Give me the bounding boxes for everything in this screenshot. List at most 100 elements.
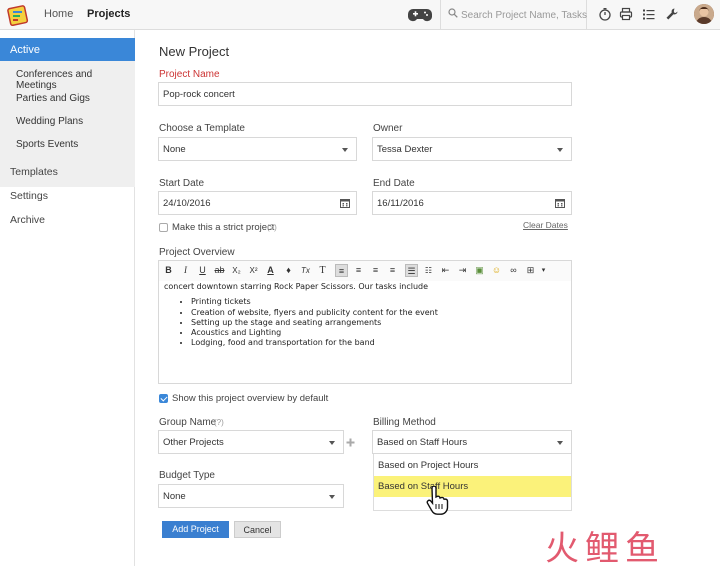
project-name-input[interactable]: Pop-rock concert <box>158 82 572 106</box>
list-icon[interactable] <box>642 7 656 21</box>
owner-label: Owner <box>373 123 403 134</box>
wrench-icon[interactable] <box>665 7 679 21</box>
table-icon[interactable]: ⊞ <box>524 264 537 277</box>
indent-icon[interactable]: ⇥ <box>456 264 469 277</box>
show-overview-checkbox[interactable] <box>159 394 168 403</box>
dropdown-option-project-hours[interactable]: Based on Project Hours <box>374 455 571 476</box>
project-name-label: Project Name <box>159 69 220 80</box>
avatar[interactable] <box>694 4 714 24</box>
chevron-down-icon <box>329 495 335 499</box>
align-right-icon[interactable]: ≡ <box>369 264 382 277</box>
underline-icon[interactable]: U <box>196 264 209 277</box>
subscript-icon[interactable]: X₂ <box>230 264 243 277</box>
sidebar-item-sports[interactable]: Sports Events <box>16 139 78 150</box>
group-select[interactable]: Other Projects <box>158 430 344 454</box>
billing-value: Based on Staff Hours <box>377 437 468 448</box>
chevron-down-icon <box>557 148 563 152</box>
chevron-down-icon <box>329 441 335 445</box>
align-center-icon[interactable]: ≡ <box>352 264 365 277</box>
nav-projects[interactable]: Projects <box>87 8 130 20</box>
search-icon <box>448 8 458 18</box>
rich-text-editor[interactable]: B I U ab X₂ X² A ♦ Tx T ≡ ≡ ≡ ≡ ☰ ☷ ⇤ ⇥ … <box>158 260 572 384</box>
font-color-icon[interactable]: A <box>264 264 277 277</box>
billing-select[interactable]: Based on Staff Hours <box>372 430 572 454</box>
timer-icon[interactable] <box>598 7 612 21</box>
justify-icon[interactable]: ≡ <box>386 264 399 277</box>
outdent-icon[interactable]: ⇤ <box>439 264 452 277</box>
end-date-label: End Date <box>373 178 415 189</box>
start-date-input[interactable]: 24/10/2016 <box>158 191 357 215</box>
cancel-button[interactable]: Cancel <box>234 521 281 538</box>
top-bar: Home Projects <box>0 0 720 30</box>
sidebar-item-wedding[interactable]: Wedding Plans <box>16 116 83 127</box>
group-value: Other Projects <box>163 437 224 448</box>
add-project-button[interactable]: Add Project <box>162 521 229 538</box>
link-icon[interactable]: ∞ <box>507 264 520 277</box>
sidebar: Active Conferences and Meetings Parties … <box>0 30 135 566</box>
page-title: New Project <box>159 44 230 59</box>
chevron-down-icon <box>557 441 563 445</box>
template-select[interactable]: None <box>158 137 357 161</box>
list-item: Creation of website, flyers and publicit… <box>191 308 564 318</box>
font-size-icon[interactable]: T <box>316 264 329 277</box>
sidebar-item-settings[interactable]: Settings <box>10 190 48 202</box>
budget-value: None <box>163 491 186 502</box>
sidebar-item-conferences[interactable]: Conferences and Meetings <box>16 69 135 91</box>
align-left-icon[interactable]: ≡ <box>335 264 348 277</box>
editor-toolbar: B I U ab X₂ X² A ♦ Tx T ≡ ≡ ≡ ≡ ☰ ☷ ⇤ ⇥ … <box>159 261 571 281</box>
strict-project-checkbox[interactable] <box>159 223 168 232</box>
search-box <box>440 0 587 29</box>
printer-icon[interactable] <box>619 7 633 21</box>
sidebar-item-active[interactable]: Active <box>0 38 135 61</box>
bullet-list-icon[interactable]: ☰ <box>405 264 418 277</box>
chevron-down-icon <box>342 148 348 152</box>
list-item: Setting up the stage and seating arrange… <box>191 318 564 328</box>
sidebar-item-parties[interactable]: Parties and Gigs <box>16 93 90 104</box>
end-date-value: 16/11/2016 <box>377 198 424 209</box>
start-date-label: Start Date <box>159 178 205 189</box>
template-label: Choose a Template <box>159 123 245 134</box>
list-item: Printing tickets <box>191 297 564 307</box>
billing-dropdown: Based on Project Hours Based on Staff Ho… <box>373 454 572 511</box>
strict-project-label: Make this a strict project <box>172 222 275 233</box>
help-icon[interactable]: (?) <box>214 418 224 427</box>
main-panel: New Project Project Name Pop-rock concer… <box>135 30 720 566</box>
list-item: Lodging, food and transportation for the… <box>191 338 564 348</box>
nav-home[interactable]: Home <box>44 8 73 20</box>
sidebar-item-templates[interactable]: Templates <box>10 166 58 178</box>
calendar-icon[interactable] <box>340 198 350 208</box>
app-logo-icon[interactable] <box>7 4 29 26</box>
add-group-icon[interactable] <box>346 438 355 447</box>
superscript-icon[interactable]: X² <box>247 264 260 277</box>
gamepad-icon[interactable] <box>408 6 432 23</box>
group-label: Group Name <box>159 417 217 428</box>
list-item: Acoustics and Lighting <box>191 328 564 338</box>
overview-intro: concert downtown starring Rock Paper Sci… <box>164 282 429 291</box>
numbered-list-icon[interactable]: ☷ <box>422 264 435 277</box>
sidebar-item-archive[interactable]: Archive <box>10 214 45 226</box>
italic-icon[interactable]: I <box>179 264 192 277</box>
paint-bucket-icon[interactable]: ♦ <box>282 264 295 277</box>
search-input[interactable] <box>461 6 587 24</box>
editor-content[interactable]: concert downtown starring Rock Paper Sci… <box>164 282 564 349</box>
end-date-input[interactable]: 16/11/2016 <box>372 191 572 215</box>
calendar-icon[interactable] <box>555 198 565 208</box>
strikethrough-icon[interactable]: ab <box>213 264 226 277</box>
owner-select[interactable]: Tessa Dexter <box>372 137 572 161</box>
image-icon[interactable]: ▣ <box>473 264 486 277</box>
chevron-down-icon[interactable]: ▾ <box>537 264 550 277</box>
budget-select[interactable]: None <box>158 484 344 508</box>
overview-list: Printing tickets Creation of website, fl… <box>191 297 564 348</box>
clear-format-icon[interactable]: Tx <box>299 264 312 277</box>
budget-label: Budget Type <box>159 470 215 481</box>
template-value: None <box>163 144 186 155</box>
smiley-icon[interactable]: ☺ <box>490 264 503 277</box>
overview-label: Project Overview <box>159 247 235 258</box>
show-overview-label: Show this project overview by default <box>172 393 329 404</box>
help-icon[interactable]: (?) <box>267 223 277 232</box>
clear-dates-link[interactable]: Clear Dates <box>523 220 568 230</box>
billing-label: Billing Method <box>373 417 436 428</box>
bold-icon[interactable]: B <box>162 264 175 277</box>
dropdown-option-staff-hours[interactable]: Based on Staff Hours <box>374 476 571 497</box>
owner-value: Tessa Dexter <box>377 144 433 155</box>
